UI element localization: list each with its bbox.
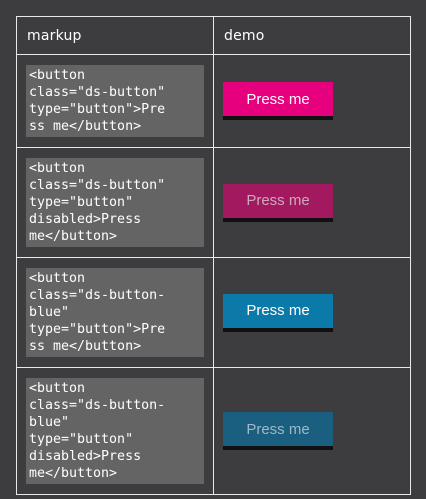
markup-cell: <button class="ds-button" type="button" …	[16, 147, 214, 258]
markup-cell: <button class="ds-button" type="button">…	[16, 54, 214, 148]
header-demo: demo	[213, 16, 411, 55]
markup-cell: <button class="ds-button- blue" type="bu…	[16, 367, 214, 495]
demo-cell: Press me	[213, 257, 411, 368]
blue-button[interactable]: Press me	[223, 293, 333, 332]
demo-table: markup demo <button class="ds-button" ty…	[16, 16, 411, 495]
header-markup: markup	[16, 16, 214, 55]
code-block: <button class="ds-button" type="button">…	[26, 65, 204, 137]
demo-cell: Press me	[213, 147, 411, 258]
header-row: markup demo	[16, 16, 411, 55]
code-block: <button class="ds-button" type="button" …	[26, 158, 204, 247]
table-row: <button class="ds-button- blue" type="bu…	[16, 257, 411, 368]
pink-button-disabled: Press me	[223, 183, 333, 222]
table-row: <button class="ds-button- blue" type="bu…	[16, 367, 411, 495]
markup-cell: <button class="ds-button- blue" type="bu…	[16, 257, 214, 368]
demo-cell: Press me	[213, 367, 411, 495]
code-block: <button class="ds-button- blue" type="bu…	[26, 268, 204, 357]
demo-table-container: markup demo <button class="ds-button" ty…	[16, 16, 411, 495]
pink-button[interactable]: Press me	[223, 82, 333, 120]
blue-button-disabled: Press me	[223, 412, 333, 450]
table-row: <button class="ds-button" type="button" …	[16, 147, 411, 258]
table-row: <button class="ds-button" type="button">…	[16, 54, 411, 148]
demo-cell: Press me	[213, 54, 411, 148]
code-block: <button class="ds-button- blue" type="bu…	[26, 378, 204, 484]
